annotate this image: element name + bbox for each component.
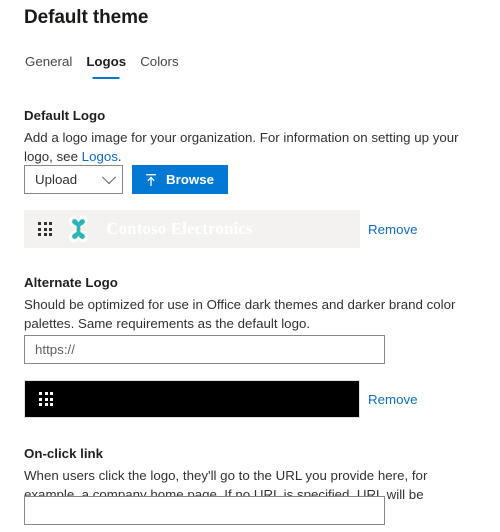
alternate-logo-url-input[interactable]	[24, 335, 385, 364]
browse-button-label: Browse	[166, 172, 215, 187]
default-logo-preview-row: Contoso Electronics Remove	[24, 210, 418, 248]
on-click-link-url-input[interactable]	[24, 496, 385, 525]
app-launcher-waffle-icon	[38, 221, 53, 237]
remove-alternate-logo-link[interactable]: Remove	[368, 392, 418, 407]
default-logo-preview-text: Contoso Electronics	[106, 219, 253, 238]
default-logo-heading: Default Logo	[24, 108, 106, 123]
tab-bar: General Logos Colors	[18, 53, 186, 79]
page-title: Default theme	[24, 7, 149, 28]
default-logo-description-period: .	[117, 149, 122, 164]
chevron-down-icon	[101, 169, 117, 184]
alternate-logo-preview-row: Remove	[24, 380, 418, 418]
default-logo-controls: Upload Browse	[24, 165, 229, 194]
alternate-logo-heading: Alternate Logo	[24, 275, 118, 290]
tab-general[interactable]: General	[18, 53, 79, 79]
theme-logos-panel: Default theme General Logos Colors Defau…	[0, 0, 500, 532]
logos-help-link[interactable]: Logos	[82, 149, 118, 164]
contoso-butterfly-logo-icon	[69, 215, 89, 243]
alternate-logo-preview	[24, 380, 360, 418]
logo-source-select-value: Upload	[35, 172, 78, 187]
alternate-logo-description: Should be optimized for use in Office da…	[24, 297, 456, 331]
on-click-link-heading: On-click link	[24, 446, 104, 461]
default-logo-description: Add a logo image for your organization. …	[24, 128, 479, 166]
remove-default-logo-link[interactable]: Remove	[368, 222, 418, 237]
tab-colors[interactable]: Colors	[133, 53, 185, 79]
tab-logos[interactable]: Logos	[79, 53, 133, 79]
browse-button[interactable]: Browse	[132, 165, 229, 194]
logo-source-select[interactable]: Upload	[24, 165, 123, 194]
default-logo-preview: Contoso Electronics	[24, 210, 360, 248]
app-launcher-waffle-icon	[39, 391, 54, 407]
upload-icon	[146, 173, 156, 186]
